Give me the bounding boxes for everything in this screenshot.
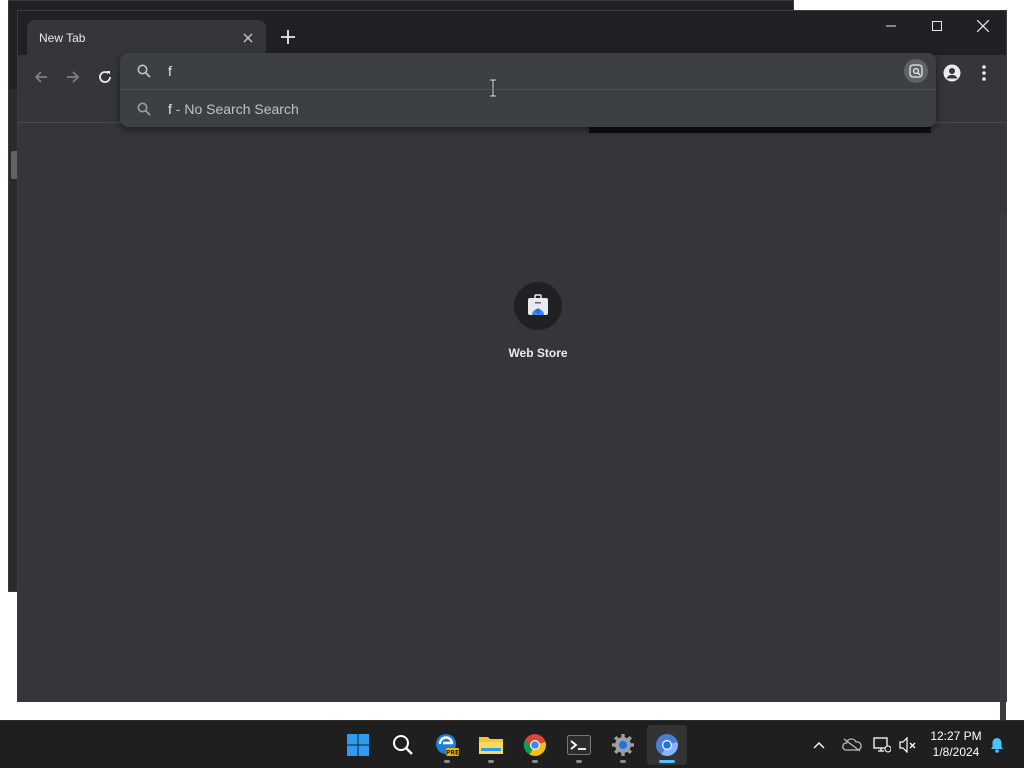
taskbar-search-button[interactable] <box>383 725 423 765</box>
tab-title: New Tab <box>39 30 86 45</box>
shortcut-label: Web Store <box>508 346 568 360</box>
show-hidden-icons-button[interactable] <box>808 731 830 759</box>
shortcut-web-store[interactable]: Web Store <box>478 282 598 382</box>
lens-icon <box>909 64 923 78</box>
system-clock[interactable]: 12:27 PM 1/8/2024 <box>924 728 988 760</box>
back-button[interactable] <box>27 63 55 91</box>
maximize-icon <box>932 21 942 31</box>
clock-time: 12:27 PM <box>930 729 982 743</box>
taskbar: PRE 12:27 PM 1/8/2024 <box>0 720 1024 768</box>
omnibox-suggestion[interactable]: f - No Search Search <box>120 90 936 127</box>
running-indicator <box>576 760 582 763</box>
title-bar: New Tab <box>18 11 1006 55</box>
chromium-button[interactable] <box>647 725 687 765</box>
maximize-button[interactable] <box>914 11 960 41</box>
menu-button[interactable] <box>972 61 996 85</box>
plus-icon <box>281 30 295 44</box>
lens-search-button[interactable] <box>904 59 928 83</box>
forward-button[interactable] <box>59 63 87 91</box>
clock-date: 1/8/2024 <box>932 745 980 759</box>
volume-button[interactable] <box>897 731 919 759</box>
search-icon <box>136 101 152 117</box>
chrome-icon <box>523 734 546 756</box>
forward-arrow-icon <box>67 71 80 83</box>
web-store-icon <box>528 294 548 315</box>
page-edge <box>1000 214 1006 734</box>
reload-button[interactable] <box>91 63 119 91</box>
file-explorer-button[interactable] <box>471 725 511 765</box>
close-button[interactable] <box>960 11 1006 41</box>
onedrive-button[interactable] <box>840 731 864 759</box>
close-icon <box>977 20 989 32</box>
suggestion-engine: No Search Search <box>184 100 299 117</box>
svg-text:PRE: PRE <box>446 750 459 757</box>
address-input[interactable] <box>168 63 868 79</box>
chromium-icon <box>656 734 678 756</box>
kebab-menu-icon <box>982 65 986 81</box>
running-indicator <box>532 760 538 763</box>
volume-muted-icon <box>899 737 916 753</box>
settings-gear-icon <box>612 734 634 756</box>
network-button[interactable] <box>871 731 893 759</box>
new-tab-page: Web Store <box>18 124 1006 734</box>
file-explorer-icon <box>479 737 503 754</box>
tab-new-tab[interactable]: New Tab <box>27 20 266 55</box>
cloud-offline-icon <box>842 738 862 752</box>
edge-beta-button[interactable]: PRE <box>427 725 467 765</box>
minimize-icon <box>886 25 896 27</box>
text-cursor-icon <box>490 79 496 97</box>
suggestion-separator: - <box>171 100 185 117</box>
minimize-button[interactable] <box>868 11 914 41</box>
omnibox-input-row <box>120 53 936 89</box>
windows-start-icon <box>347 734 369 756</box>
shortcut-tile <box>514 282 562 330</box>
search-icon <box>136 63 152 79</box>
suggestion-text: f - No Search Search <box>168 101 299 117</box>
chevron-up-icon <box>813 742 825 749</box>
profile-button[interactable] <box>940 61 964 85</box>
new-tab-button[interactable] <box>274 23 302 51</box>
search-icon <box>393 735 413 755</box>
running-indicator <box>444 760 450 763</box>
network-icon <box>873 737 891 753</box>
settings-button[interactable] <box>603 725 643 765</box>
back-arrow-icon <box>34 71 47 83</box>
edge-beta-icon: PRE <box>436 734 459 757</box>
active-indicator <box>659 760 675 763</box>
terminal-button[interactable] <box>559 725 599 765</box>
notifications-button[interactable] <box>986 731 1008 759</box>
terminal-icon <box>567 735 591 755</box>
omnibox: f - No Search Search <box>120 53 936 127</box>
chrome-button[interactable] <box>515 725 555 765</box>
start-button[interactable] <box>338 725 378 765</box>
reload-icon <box>99 71 111 83</box>
browser-window: New Tab Web Store f f - No Search Search <box>17 10 1007 734</box>
tab-close-icon[interactable] <box>236 26 260 50</box>
running-indicator <box>488 760 494 763</box>
running-indicator <box>620 760 626 763</box>
bell-icon <box>991 738 1003 753</box>
account-icon <box>943 64 961 82</box>
